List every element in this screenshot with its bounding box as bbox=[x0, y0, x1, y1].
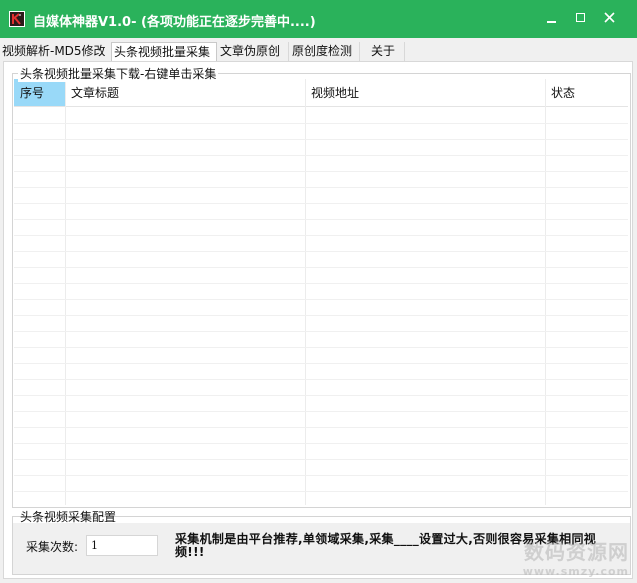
collect-list-group: 序号 文章标题 视频地址 状态 头条视频批量采集下载-右键单击采集 bbox=[12, 65, 631, 508]
table-row-line bbox=[14, 443, 628, 444]
minimize-icon[interactable] bbox=[542, 8, 562, 28]
table-row-line bbox=[14, 315, 628, 316]
column-divider bbox=[305, 79, 306, 505]
table-row-line bbox=[14, 123, 628, 124]
table-row-line bbox=[14, 235, 628, 236]
table-row-line bbox=[14, 251, 628, 252]
collect-count-input[interactable]: 1 bbox=[86, 535, 158, 556]
collect-list-group-title: 头条视频批量采集下载-右键单击采集 bbox=[18, 65, 219, 82]
table-row-line bbox=[14, 379, 628, 380]
table-row-line bbox=[14, 139, 628, 140]
watermark: 数码资源网 www.smzy.com bbox=[523, 536, 629, 578]
collect-config-group-title: 头条视频采集配置 bbox=[20, 510, 117, 524]
title-bar: 自媒体神器V1.0- (各项功能正在逐步完善中....) bbox=[0, 0, 637, 38]
column-divider bbox=[65, 79, 66, 505]
window-title: 自媒体神器V1.0- (各项功能正在逐步完善中....) bbox=[33, 15, 316, 30]
table-row-line bbox=[14, 411, 628, 412]
table-row-line bbox=[14, 187, 628, 188]
watermark-text: 数码资源网 bbox=[524, 540, 629, 564]
collect-count-label: 采集次数: bbox=[26, 540, 79, 554]
column-header-title[interactable]: 文章标题 bbox=[65, 79, 305, 107]
table-row-line bbox=[14, 491, 628, 492]
tab-article-rewrite[interactable]: 文章伪原创 bbox=[218, 42, 289, 62]
column-header-index[interactable]: 序号 bbox=[14, 79, 65, 107]
maximize-icon[interactable] bbox=[571, 8, 591, 28]
table-row-line bbox=[14, 395, 628, 396]
close-icon[interactable] bbox=[600, 8, 620, 28]
table-row-line bbox=[14, 347, 628, 348]
tab-video-parse-md5[interactable]: 视频解析-MD5修改 bbox=[0, 42, 112, 62]
tab-toutiao-batch-collect[interactable]: 头条视频批量采集 bbox=[111, 42, 217, 62]
tab-pane: 序号 文章标题 视频地址 状态 头条视频批量采集下载-右键单击采集 采集次数: … bbox=[3, 61, 633, 579]
table-row-line bbox=[14, 219, 628, 220]
table-row-line bbox=[14, 427, 628, 428]
table-row-line bbox=[14, 267, 628, 268]
app-logo-icon bbox=[9, 11, 25, 27]
tab-originality-check[interactable]: 原创度检测 bbox=[290, 42, 360, 62]
client-area: 视频解析-MD5修改 头条视频批量采集 文章伪原创 原创度检测 关于 序号 文章… bbox=[0, 38, 637, 583]
table-row-line bbox=[14, 155, 628, 156]
table-row-line bbox=[14, 283, 628, 284]
column-header-video-url[interactable]: 视频地址 bbox=[305, 79, 545, 107]
video-list-table[interactable]: 序号 文章标题 视频地址 状态 bbox=[14, 79, 628, 505]
column-divider bbox=[545, 79, 546, 505]
table-row-line bbox=[14, 203, 628, 204]
table-row-line bbox=[14, 171, 628, 172]
table-row-line bbox=[14, 475, 628, 476]
tab-about[interactable]: 关于 bbox=[361, 42, 405, 62]
table-row-line bbox=[14, 331, 628, 332]
table-row-line bbox=[14, 459, 628, 460]
table-row-line bbox=[14, 363, 628, 364]
watermark-url: www.smzy.com bbox=[522, 565, 629, 578]
column-header-status[interactable]: 状态 bbox=[545, 79, 628, 107]
table-row-line bbox=[14, 299, 628, 300]
